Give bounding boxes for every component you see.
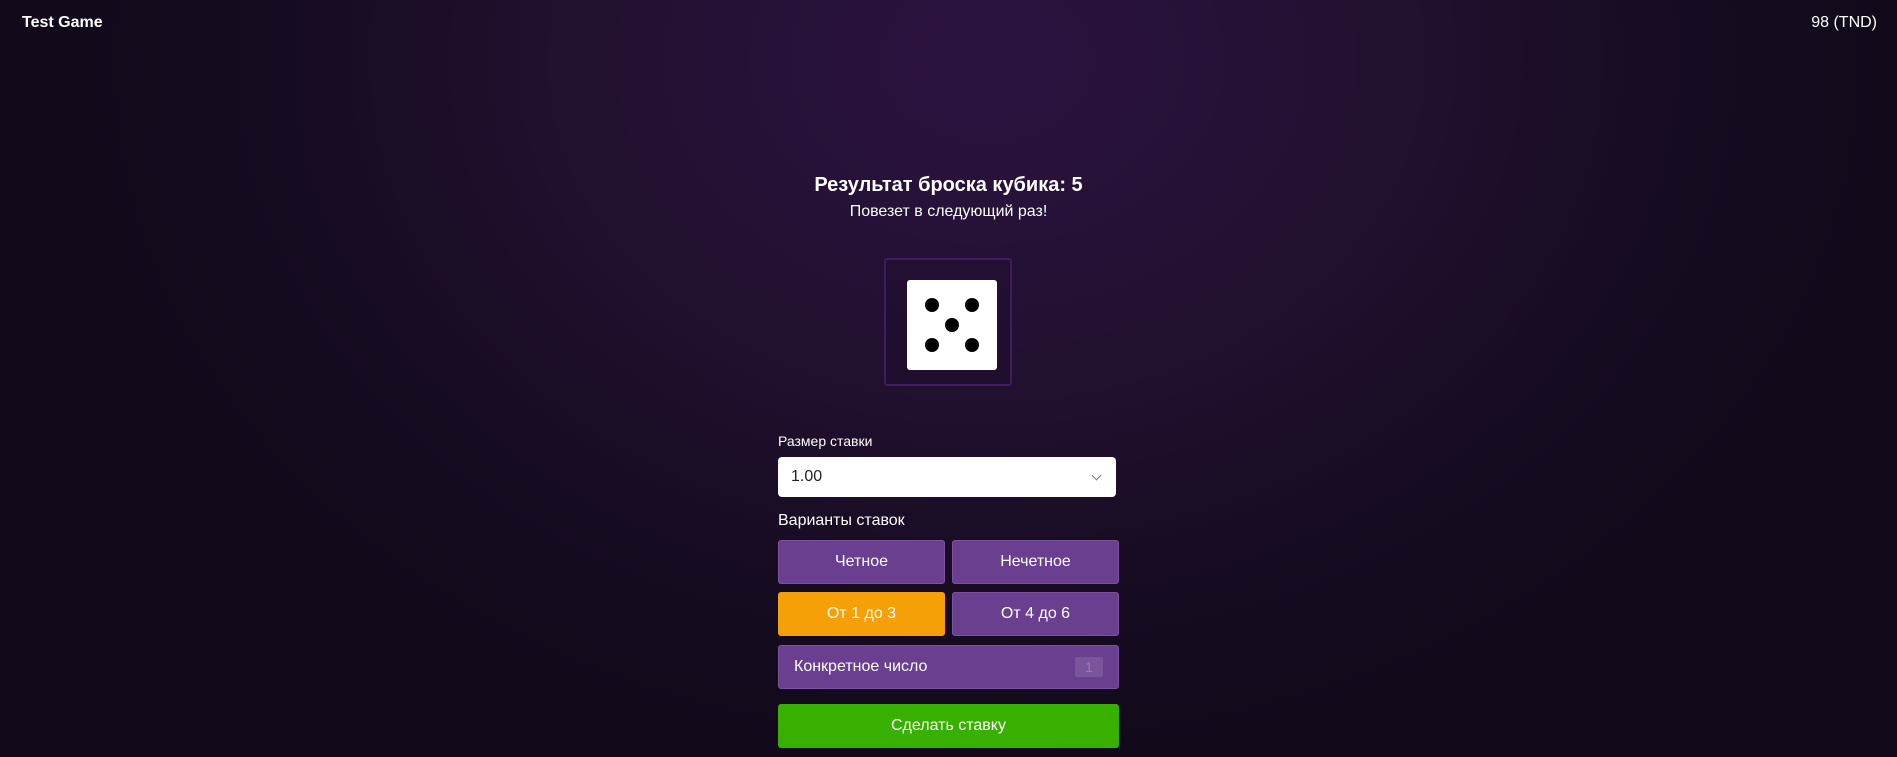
dice-five-icon xyxy=(907,280,997,370)
specific-number-input[interactable]: 1 xyxy=(1075,657,1103,677)
option-specific-number[interactable]: Конкретное число 1 xyxy=(778,645,1119,689)
bet-size-select[interactable]: 1.00 xyxy=(778,457,1116,497)
balance-display: 98 (TND) xyxy=(1811,14,1877,31)
specific-number-label: Конкретное число xyxy=(794,658,928,675)
dice-pip xyxy=(965,298,979,312)
dice-pip xyxy=(965,338,979,352)
dice-pip xyxy=(925,338,939,352)
option-4-to-6-button[interactable]: От 4 до 6 xyxy=(952,592,1119,636)
app-title: Test Game xyxy=(22,14,103,31)
result-message: Повезет в следующий раз! xyxy=(849,203,1048,220)
dice-frame xyxy=(884,258,1012,386)
option-odd-button[interactable]: Нечетное xyxy=(952,540,1119,584)
bet-size-value: 1.00 xyxy=(791,468,823,485)
result-title: Результат броска кубика: 5 xyxy=(814,174,1083,196)
option-1-to-3-button[interactable]: От 1 до 3 xyxy=(778,592,945,636)
dice-pip xyxy=(925,298,939,312)
chevron-down-icon xyxy=(1091,470,1102,481)
bet-size-label: Размер ставки xyxy=(778,433,873,449)
dice-pip xyxy=(945,318,959,332)
place-bet-button[interactable]: Сделать ставку xyxy=(778,704,1119,748)
option-even-button[interactable]: Четное xyxy=(778,540,945,584)
bet-options-label: Варианты ставок xyxy=(778,512,905,529)
